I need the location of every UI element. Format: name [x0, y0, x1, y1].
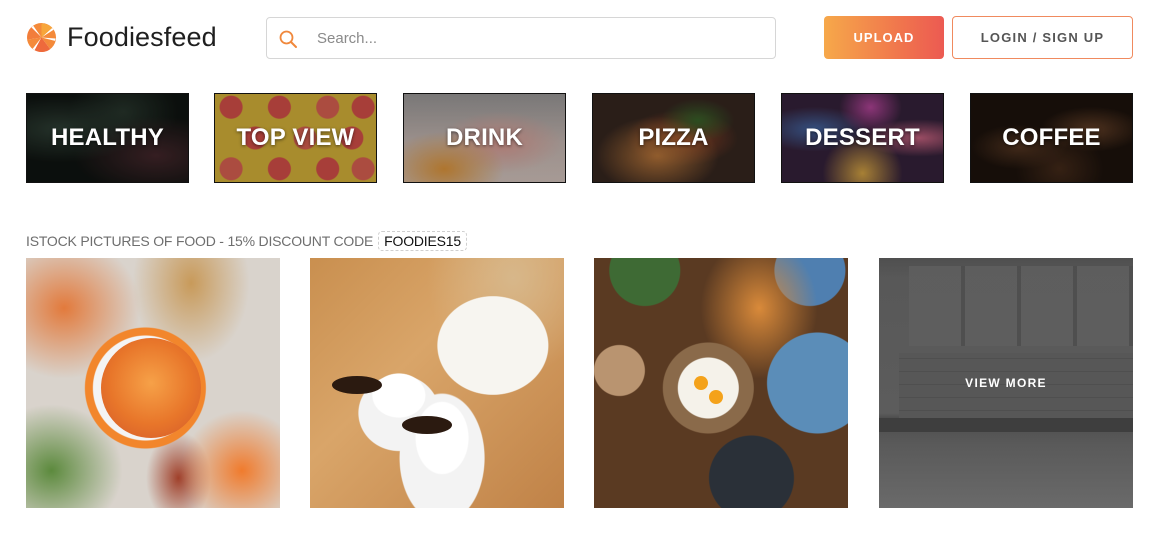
category-coffee[interactable]: COFFEE — [970, 93, 1133, 183]
photo-detail — [402, 416, 452, 434]
category-label: HEALTHY — [51, 124, 164, 151]
category-pizza[interactable]: PIZZA — [592, 93, 755, 183]
istock-promo: ISTOCK PICTURES OF FOOD - 15% DISCOUNT C… — [26, 230, 467, 252]
category-label: DRINK — [446, 124, 523, 151]
logo-text: Foodiesfeed — [67, 22, 217, 52]
category-label: PIZZA — [638, 124, 709, 151]
category-label: TOP VIEW — [236, 124, 355, 151]
login-signup-button[interactable]: LOGIN / SIGN UP — [952, 16, 1133, 59]
view-more-tile[interactable]: VIEW MORE — [879, 258, 1133, 508]
photo-detail — [332, 376, 382, 394]
photo-kimchi-bowl[interactable] — [26, 258, 280, 508]
view-more-label: VIEW MORE — [965, 376, 1047, 390]
category-dessert[interactable]: DESSERT — [781, 93, 944, 183]
foodiesfeed-logo-icon — [26, 22, 57, 53]
promo-text: ISTOCK PICTURES OF FOOD - 15% DISCOUNT C… — [26, 233, 374, 249]
photo-coffee-notebook[interactable] — [310, 258, 564, 508]
site-header: Foodiesfeed UPLOAD LOGIN / SIGN UP — [0, 0, 1167, 80]
category-top-view[interactable]: TOP VIEW — [214, 93, 377, 183]
photo-detail — [709, 390, 723, 404]
search-box — [266, 17, 776, 59]
category-label: COFFEE — [1002, 124, 1101, 151]
photo-brunch-table[interactable] — [594, 258, 848, 508]
photo-detail — [101, 338, 201, 438]
search-input[interactable] — [317, 18, 767, 58]
category-label: DESSERT — [805, 124, 920, 151]
category-healthy[interactable]: HEALTHY — [26, 93, 189, 183]
discount-code[interactable]: FOODIES15 — [378, 231, 467, 251]
photo-detail — [694, 376, 708, 390]
category-drink[interactable]: DRINK — [403, 93, 566, 183]
site-logo[interactable]: Foodiesfeed — [26, 22, 217, 53]
upload-button[interactable]: UPLOAD — [824, 16, 944, 59]
search-icon[interactable] — [278, 29, 298, 49]
